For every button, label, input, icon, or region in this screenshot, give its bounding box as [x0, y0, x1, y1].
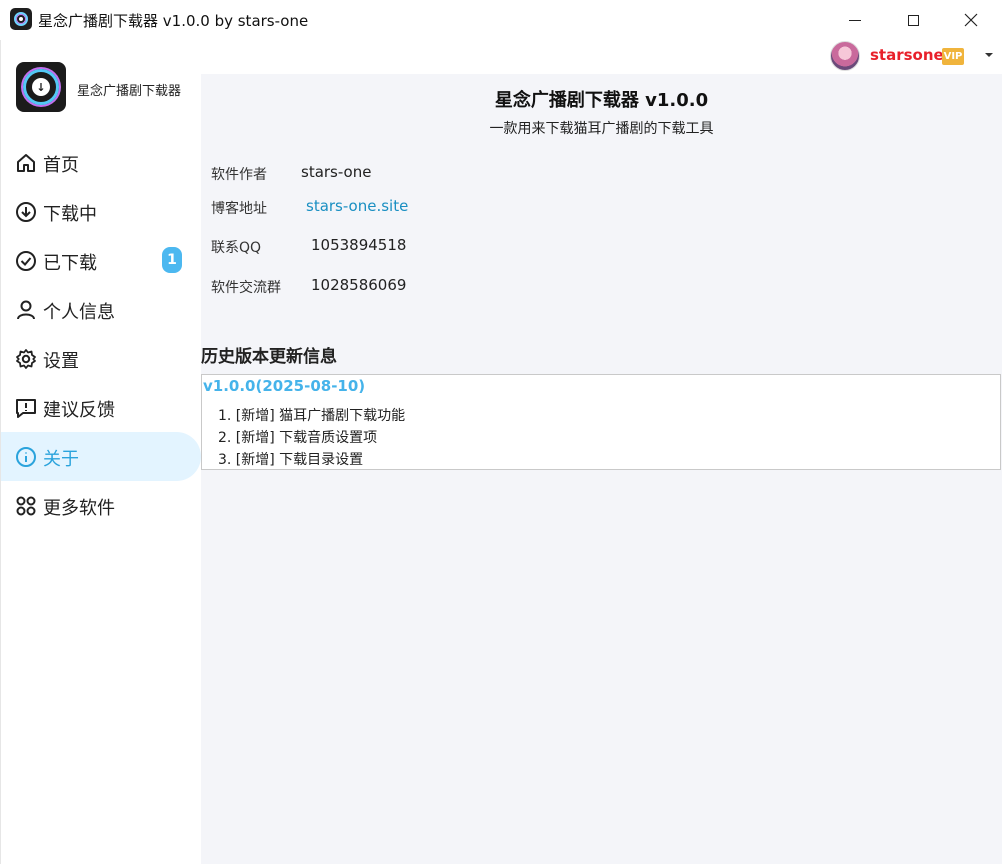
sidebar-item-downloaded[interactable]: 已下载 1 — [1, 236, 201, 285]
close-icon — [964, 13, 978, 27]
close-button[interactable] — [942, 0, 1000, 40]
app-icon — [10, 8, 32, 30]
vip-badge: VIP — [942, 48, 964, 65]
avatar[interactable] — [830, 41, 860, 71]
blog-label: 博客地址 — [211, 201, 267, 217]
author-label: 软件作者 — [211, 167, 267, 183]
sidebar-item-home[interactable]: 首页 — [1, 138, 201, 187]
sidebar-item-label: 个人信息 — [43, 302, 115, 323]
sidebar-item-about[interactable]: 关于 — [1, 432, 201, 481]
sidebar-item-label: 下载中 — [43, 204, 97, 225]
group-value: 1028586069 — [311, 276, 407, 294]
info-icon — [15, 446, 37, 468]
blog-link[interactable]: stars-one.site — [306, 197, 408, 215]
sidebar-item-more-apps[interactable]: 更多软件 — [1, 481, 201, 530]
minimize-button[interactable] — [826, 0, 884, 40]
sidebar-item-label: 建议反馈 — [43, 400, 115, 421]
chevron-down-icon[interactable] — [984, 50, 994, 60]
download-icon — [15, 201, 37, 223]
maximize-button[interactable] — [884, 0, 942, 40]
sidebar-item-downloading[interactable]: 下载中 — [1, 187, 201, 236]
list-item: 1. [新增] 猫耳广播剧下载功能 — [218, 408, 406, 424]
sidebar-item-profile[interactable]: 个人信息 — [1, 285, 201, 334]
sidebar-item-label: 已下载 — [43, 253, 97, 274]
maximize-icon — [907, 14, 919, 26]
window-title: 星念广播剧下载器 v1.0.0 by stars-one — [38, 12, 309, 30]
home-icon — [15, 152, 37, 174]
sidebar: ↓ 星念广播剧下载器 首页 下载中 已下载 1 个人信息 设置 建议反馈 关于 … — [0, 40, 201, 864]
title-bar: 星念广播剧下载器 v1.0.0 by stars-one — [0, 0, 1002, 40]
sidebar-item-label: 关于 — [43, 449, 79, 470]
history-title: 历史版本更新信息 — [201, 347, 337, 367]
app-logo: ↓ — [16, 62, 66, 112]
person-icon — [15, 299, 37, 321]
sidebar-item-label: 设置 — [43, 351, 79, 372]
page-title: 星念广播剧下载器 v1.0.0 — [494, 90, 709, 111]
author-value: stars-one — [301, 163, 372, 181]
version-heading: v1.0.0(2025-08-10) — [203, 377, 366, 395]
feedback-icon — [15, 397, 37, 419]
minimize-icon — [849, 19, 861, 21]
qq-value: 1053894518 — [311, 236, 407, 254]
list-item: 2. [新增] 下载音质设置项 — [218, 430, 378, 446]
sidebar-item-label: 更多软件 — [43, 498, 115, 519]
history-list: v1.0.0(2025-08-10) 1. [新增] 猫耳广播剧下载功能 2. … — [201, 374, 1001, 470]
change-list: 1. [新增] 猫耳广播剧下载功能 2. [新增] 下载音质设置项 3. [新增… — [218, 405, 405, 471]
page-subtitle: 一款用来下载猫耳广播剧的下载工具 — [489, 121, 714, 137]
app-name: 星念广播剧下载器 — [77, 84, 182, 99]
check-circle-icon — [15, 250, 37, 272]
gear-icon — [15, 348, 37, 370]
group-label: 软件交流群 — [211, 280, 281, 296]
about-panel: 星念广播剧下载器 v1.0.0 一款用来下载猫耳广播剧的下载工具 软件作者 st… — [201, 74, 1002, 864]
sidebar-item-label: 首页 — [43, 155, 79, 176]
sidebar-item-settings[interactable]: 设置 — [1, 334, 201, 383]
list-item: 3. [新增] 下载目录设置 — [218, 452, 364, 468]
qq-label: 联系QQ — [211, 240, 262, 256]
username[interactable]: starsone — [870, 46, 944, 64]
user-bar: starsone VIP — [200, 40, 1002, 74]
count-badge: 1 — [162, 247, 182, 273]
sidebar-item-feedback[interactable]: 建议反馈 — [1, 383, 201, 432]
apps-icon — [15, 495, 37, 517]
